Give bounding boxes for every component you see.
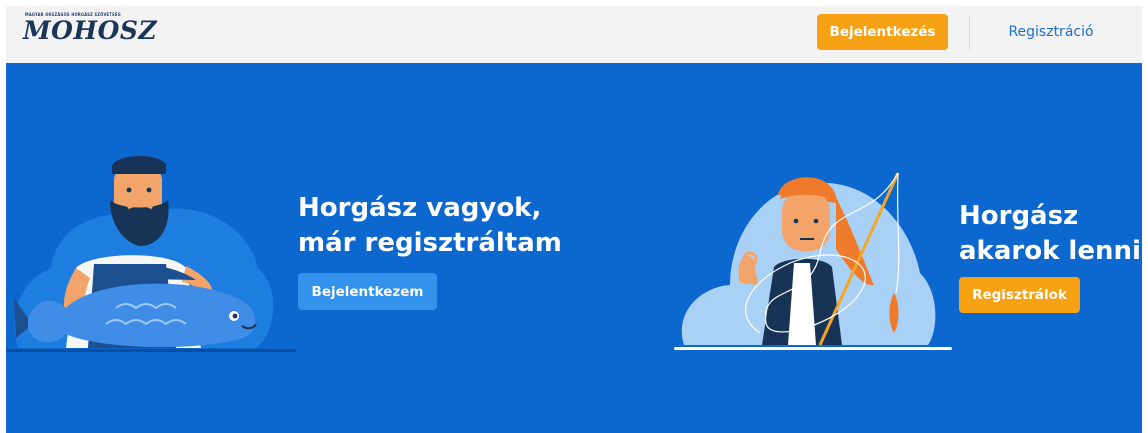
- new-angler-heading-line-1: Horgász: [959, 201, 1079, 231]
- tangled-fisher-woman-illustration: [674, 172, 952, 350]
- existing-angler-heading-line-1: Horgász vagyok,: [298, 193, 542, 223]
- page: MAGYAR ORSZÁGOS HORGÁSZ SZÖVETSÉG MOHOSZ…: [6, 6, 1142, 433]
- register-link[interactable]: Regisztráció: [996, 14, 1106, 50]
- mohosz-logo[interactable]: MAGYAR ORSZÁGOS HORGÁSZ SZÖVETSÉG MOHOSZ: [23, 12, 158, 52]
- login-cta-button[interactable]: Bejelentkezem: [298, 273, 437, 310]
- new-angler-heading-line-2: akarok lenni: [959, 236, 1141, 266]
- hero-section: Horgász vagyok, már regisztráltam Bejele…: [6, 63, 1142, 433]
- new-angler-heading: Horgász akarok lenni: [959, 199, 1141, 269]
- bearded-fisherman-holding-fish-illustration: [6, 155, 296, 352]
- logo-wordmark: MOHOSZ: [23, 16, 158, 45]
- header-divider: [969, 16, 970, 50]
- login-button[interactable]: Bejelentkezés: [817, 14, 948, 50]
- top-navigation-bar: MAGYAR ORSZÁGOS HORGÁSZ SZÖVETSÉG MOHOSZ…: [6, 6, 1142, 63]
- existing-angler-heading-line-2: már regisztráltam: [298, 228, 562, 258]
- register-cta-button[interactable]: Regisztrálok: [959, 277, 1080, 313]
- existing-angler-heading: Horgász vagyok, már regisztráltam: [298, 191, 562, 261]
